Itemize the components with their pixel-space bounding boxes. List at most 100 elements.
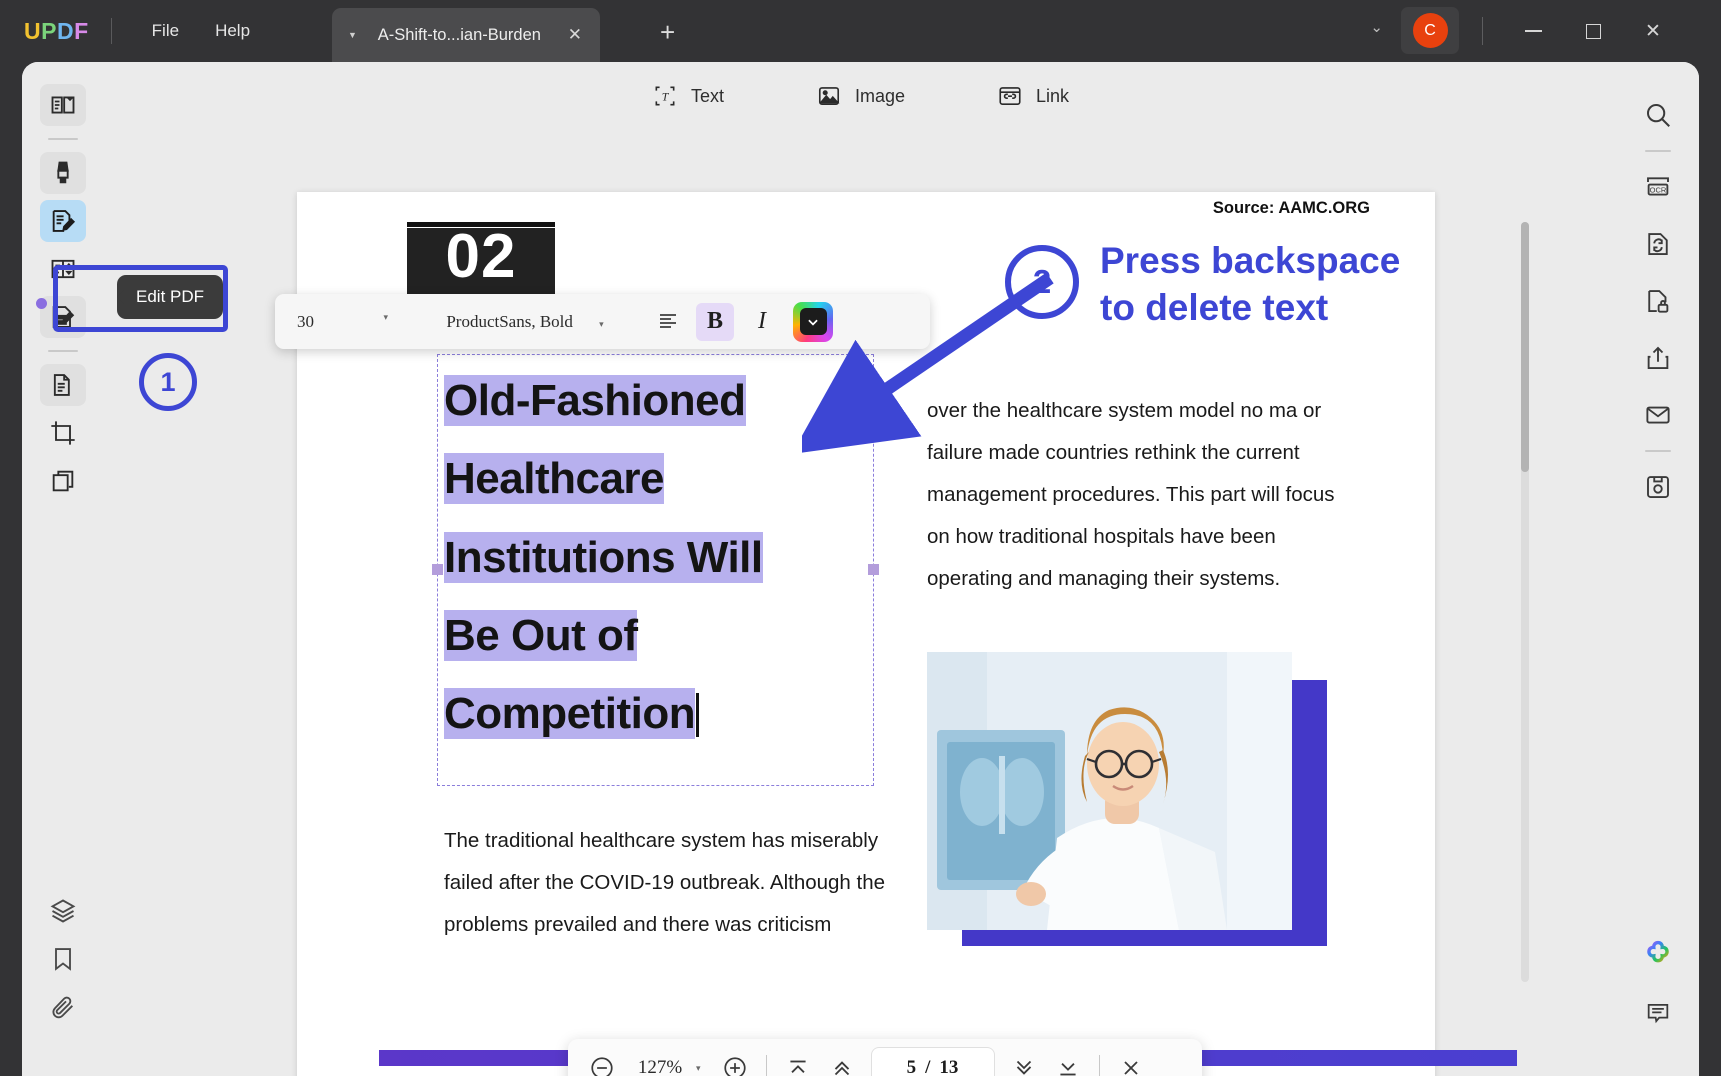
sidebar-item-bookmark[interactable] xyxy=(40,938,86,980)
font-family-value: ProductSans, Bold xyxy=(446,311,573,331)
last-page-button[interactable] xyxy=(1046,1046,1090,1076)
bold-button[interactable]: B xyxy=(696,302,734,341)
tool-text-label: Text xyxy=(690,85,724,106)
heading-line-3: Institutions Will xyxy=(444,531,763,583)
updf-logo: UPDF xyxy=(24,18,89,45)
svg-text:OCR: OCR xyxy=(1650,185,1667,194)
convert-icon xyxy=(1648,233,1668,255)
chevron-down-icon[interactable]: ⌄ xyxy=(1370,18,1383,36)
divider xyxy=(110,18,112,44)
zoom-out-button[interactable] xyxy=(580,1046,624,1076)
prev-page-button[interactable] xyxy=(820,1046,864,1076)
annotation-badge-1: 1 xyxy=(139,353,197,411)
next-page-icon xyxy=(1016,1060,1031,1075)
chevron-down-icon[interactable]: ▾ xyxy=(599,319,604,329)
panel-toggle-dot[interactable] xyxy=(36,298,47,309)
font-size-select[interactable]: 30 ▾ xyxy=(297,312,402,332)
right-sidebar: OCR xyxy=(1617,62,1699,1076)
close-icon[interactable]: ✕ xyxy=(568,25,582,45)
sidebar-item-compare[interactable] xyxy=(40,460,86,502)
sidebar-item-layers[interactable] xyxy=(40,890,86,932)
divider xyxy=(1645,450,1671,452)
zoom-in-button[interactable] xyxy=(713,1046,757,1076)
sidebar-item-comment[interactable] xyxy=(40,152,86,194)
align-left-icon xyxy=(660,313,676,328)
annotation-callout: Press backspace to delete text xyxy=(1100,237,1445,332)
image-icon xyxy=(818,87,840,105)
callout-line-1: Press backspace xyxy=(1100,240,1401,281)
first-page-button[interactable] xyxy=(776,1046,820,1076)
layers-icon xyxy=(50,899,76,923)
edit-pdf-icon xyxy=(52,210,76,232)
heading-line-4: Be Out of xyxy=(444,609,638,661)
divider xyxy=(48,138,78,140)
logo-u: U xyxy=(24,17,42,44)
divider xyxy=(1482,17,1483,45)
comment-panel-button[interactable] xyxy=(1635,991,1681,1035)
tool-link[interactable]: Link xyxy=(985,76,1081,116)
search-tool[interactable] xyxy=(1635,93,1681,137)
page-convert-icon xyxy=(53,374,70,396)
close-icon xyxy=(1123,1061,1138,1075)
callout-line-2: to delete text xyxy=(1100,287,1329,329)
search-icon xyxy=(1647,104,1670,127)
doctor-photo[interactable] xyxy=(927,652,1292,930)
maximize-button[interactable] xyxy=(1569,14,1617,48)
save-tool[interactable] xyxy=(1635,465,1681,509)
sidebar-item-page-convert[interactable] xyxy=(40,364,86,406)
divider xyxy=(765,1055,767,1076)
align-button[interactable] xyxy=(649,303,687,341)
sidebar-item-reader[interactable] xyxy=(40,84,86,126)
divider xyxy=(48,350,78,352)
logo-f: F xyxy=(74,17,89,44)
sidebar-item-attachment[interactable] xyxy=(40,986,86,1028)
body-paragraph-left[interactable]: The traditional healthcare system has mi… xyxy=(444,820,904,946)
menu-file[interactable]: File xyxy=(134,13,197,49)
ai-clover-icon xyxy=(1647,940,1669,963)
close-navbar-button[interactable] xyxy=(1109,1046,1153,1076)
next-page-button[interactable] xyxy=(1002,1046,1046,1076)
crop-icon xyxy=(51,421,75,445)
zoom-level-value[interactable]: 127% xyxy=(624,1057,696,1076)
page-navigation-bar[interactable]: 127% ▾ 5 / 13 xyxy=(568,1039,1202,1076)
annotation-badge-2: 2 xyxy=(1005,245,1079,319)
tool-text[interactable]: T Text xyxy=(640,76,736,116)
tool-image[interactable]: Image xyxy=(804,76,917,116)
document-tab[interactable]: ▼ A-Shift-to...ian-Burden ✕ xyxy=(332,8,600,62)
doctor-photo-illustration xyxy=(927,652,1292,930)
svg-text:T: T xyxy=(662,89,670,103)
sidebar-item-edit-pdf[interactable] xyxy=(40,200,86,242)
account-button[interactable]: C xyxy=(1401,7,1459,54)
first-page-icon xyxy=(789,1060,806,1073)
share-tool[interactable] xyxy=(1635,336,1681,380)
email-tool[interactable] xyxy=(1635,393,1681,437)
chevron-down-icon[interactable]: ▾ xyxy=(383,312,388,323)
font-family-select[interactable]: ProductSans, Bold ▾ xyxy=(410,312,640,332)
zoom-out-icon xyxy=(591,1057,613,1076)
convert-tool[interactable] xyxy=(1635,222,1681,266)
total-pages-value: 13 xyxy=(939,1057,959,1076)
ocr-tool[interactable]: OCR xyxy=(1635,165,1681,209)
logo-p: P xyxy=(41,17,57,44)
link-icon xyxy=(999,87,1021,105)
resize-handle-left[interactable] xyxy=(432,564,443,575)
page-number-input[interactable]: 5 / 13 xyxy=(871,1048,994,1076)
zoom-in-icon xyxy=(723,1057,746,1076)
right-sidebar-bottom xyxy=(1617,921,1699,1048)
page-separator: / xyxy=(925,1057,931,1076)
updf-window: UPDF File Help ▼ A-Shift-to...ian-Burden… xyxy=(0,0,1721,1076)
menu-help[interactable]: Help xyxy=(197,13,268,49)
vertical-scrollbar-thumb[interactable] xyxy=(1521,222,1529,472)
minimize-button[interactable] xyxy=(1509,14,1557,48)
ai-assistant-button[interactable] xyxy=(1635,934,1681,978)
sidebar-item-crop[interactable] xyxy=(40,412,86,454)
chevron-down-icon[interactable]: ▾ xyxy=(696,1063,701,1074)
close-window-button[interactable]: ✕ xyxy=(1629,14,1677,48)
save-icon xyxy=(1647,476,1669,498)
logo-d: D xyxy=(56,17,75,44)
new-tab-button[interactable]: + xyxy=(660,17,675,48)
text-caret xyxy=(696,693,700,738)
source-note: Source: AAMC.ORG xyxy=(1212,199,1370,217)
protect-tool[interactable] xyxy=(1635,279,1681,323)
italic-button[interactable]: I xyxy=(743,303,781,341)
